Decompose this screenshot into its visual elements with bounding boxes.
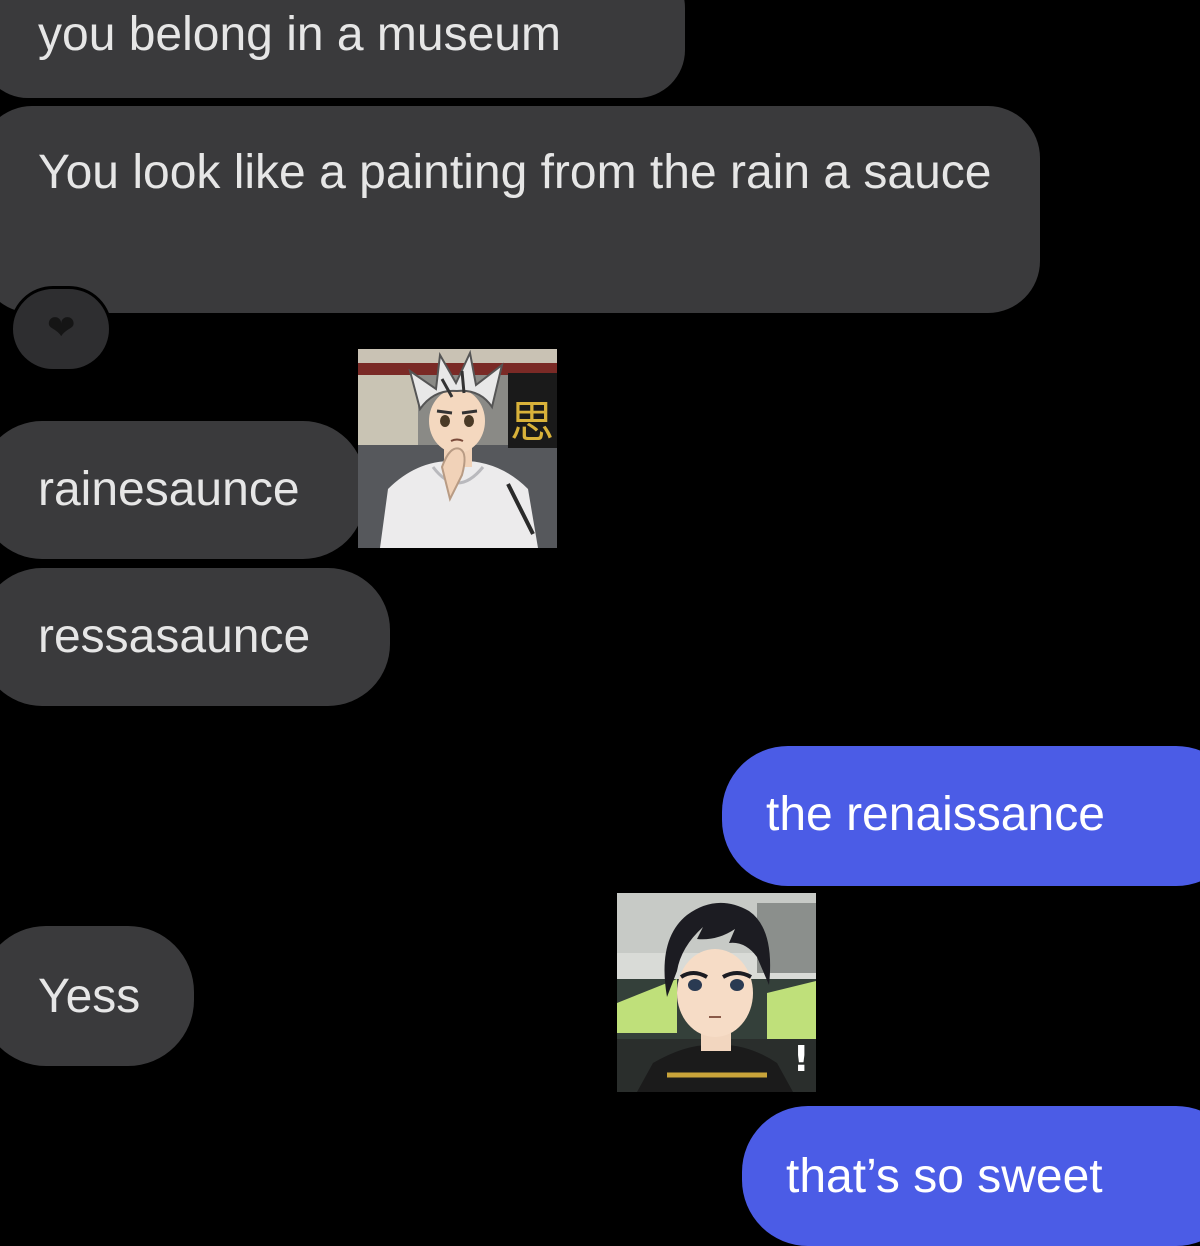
svg-text:思: 思 bbox=[510, 397, 554, 448]
message-text: the renaissance bbox=[766, 788, 1105, 841]
incoming-message-bubble[interactable]: ressasaunce bbox=[0, 568, 390, 706]
message-text: you belong in a museum bbox=[38, 8, 561, 61]
incoming-message-bubble[interactable]: Yess bbox=[0, 926, 194, 1066]
message-text: You look like a painting from the rain a… bbox=[38, 146, 992, 199]
incoming-message-bubble[interactable]: you belong in a museum bbox=[0, 0, 685, 98]
incoming-message-bubble[interactable]: rainesaunce bbox=[0, 421, 365, 559]
outgoing-message-bubble[interactable]: the renaissance bbox=[722, 746, 1200, 886]
white-haired-character-avatar: 思 bbox=[358, 349, 557, 548]
message-text: rainesaunce bbox=[38, 463, 300, 516]
white-haired-character-image: 思 bbox=[358, 349, 557, 548]
reaction-badge[interactable]: ❤ bbox=[10, 286, 112, 372]
heart-icon: ❤ bbox=[47, 309, 76, 347]
dark-haired-character-image: ! bbox=[617, 893, 816, 1092]
message-text: Yess bbox=[38, 970, 141, 1023]
message-text: ressasaunce bbox=[38, 610, 311, 663]
outgoing-message-bubble[interactable]: that’s so sweet bbox=[742, 1106, 1200, 1246]
message-text: that’s so sweet bbox=[786, 1150, 1103, 1203]
dark-haired-character-avatar: ! bbox=[617, 893, 816, 1092]
incoming-message-bubble[interactable]: You look like a painting from the rain a… bbox=[0, 106, 1040, 313]
svg-text:!: ! bbox=[793, 1039, 809, 1080]
